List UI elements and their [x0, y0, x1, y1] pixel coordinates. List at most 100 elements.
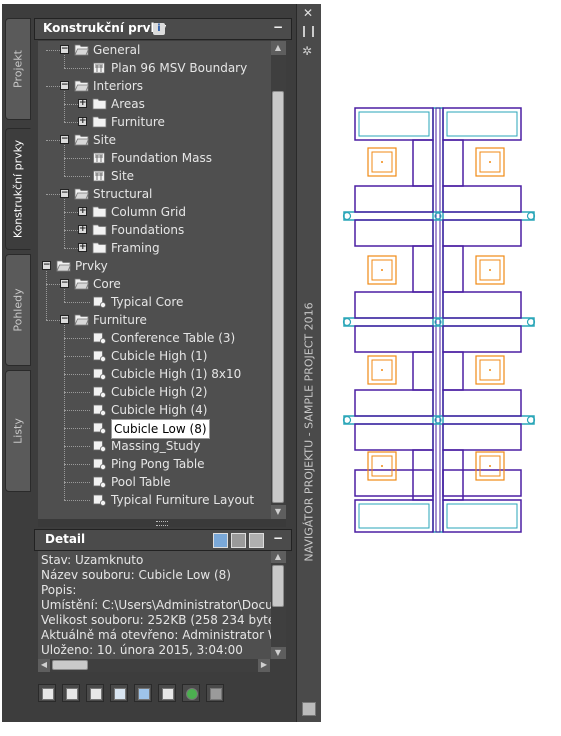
element-icon	[92, 349, 107, 362]
detail-line: Popis:	[41, 583, 77, 597]
scroll-up-icon[interactable]: ▲	[270, 41, 286, 55]
add-element-icon[interactable]	[86, 684, 104, 702]
tree-connector	[64, 302, 90, 303]
element-icon	[92, 331, 107, 344]
add-element-icon-glyph	[90, 688, 102, 700]
collapse-node-icon[interactable]: −	[60, 45, 69, 54]
tab-pohledy[interactable]: Pohledy	[5, 254, 31, 366]
tree-item[interactable]: − Prvky	[38, 257, 271, 275]
collapse-detail-button[interactable]: −	[273, 531, 283, 545]
floor-plan-drawing[interactable]	[330, 96, 550, 546]
folder-open-icon	[74, 187, 90, 200]
element-icon	[92, 367, 107, 380]
add-construct-icon[interactable]	[62, 684, 80, 702]
folder-icon	[92, 97, 107, 110]
detail-hscrollbar[interactable]: ◀ ▶	[38, 658, 270, 672]
scroll-left-icon[interactable]: ◀	[38, 658, 50, 672]
expand-node-icon[interactable]: +	[78, 243, 87, 252]
construct-icon	[92, 61, 107, 74]
element-icon	[92, 475, 107, 488]
expand-node-icon[interactable]: +	[78, 117, 87, 126]
tree-item[interactable]: − Interiors	[38, 77, 271, 95]
folder-icon	[92, 223, 107, 236]
info-icon[interactable]: i	[153, 23, 165, 35]
tree-connector	[64, 356, 90, 357]
expand-node-icon[interactable]: +	[78, 225, 87, 234]
gear-icon[interactable]: ✲	[302, 44, 312, 58]
xref-icon[interactable]	[134, 684, 152, 702]
detail-view-icon[interactable]	[213, 533, 228, 548]
panel-splitter[interactable]	[38, 519, 286, 527]
scroll-thumb[interactable]	[272, 565, 284, 607]
tree-item-label: Framing	[111, 241, 160, 255]
tree-scrollbar[interactable]: ▲ ▼	[270, 41, 286, 519]
collapse-node-icon[interactable]: −	[60, 279, 69, 288]
tree-item[interactable]: − Site	[38, 131, 271, 149]
collapse-node-icon[interactable]: −	[60, 315, 69, 324]
collapse-node-icon[interactable]: −	[60, 81, 69, 90]
close-icon[interactable]: ✕	[303, 6, 313, 20]
tree-connector	[64, 374, 90, 375]
element-icon	[92, 385, 107, 398]
tree-connector	[64, 199, 65, 248]
collapse-node-icon[interactable]: −	[42, 261, 51, 270]
description-icon[interactable]	[249, 533, 264, 548]
tree-item-label: Core	[93, 277, 121, 291]
tree-connector	[64, 176, 90, 177]
scroll-down-icon[interactable]: ▼	[270, 505, 286, 519]
refresh-icon[interactable]	[182, 684, 200, 702]
construct-icon	[92, 169, 107, 182]
tab-konstrukcni-prvky[interactable]: Konstrukční prvky	[5, 128, 31, 250]
tab-projekt[interactable]: Projekt	[5, 18, 31, 120]
tree-item[interactable]: − Structural	[38, 185, 271, 203]
desk-block	[354, 291, 434, 319]
tree-connector	[64, 104, 78, 105]
preview-icon[interactable]	[231, 533, 246, 548]
element-icon	[92, 439, 107, 452]
collapse-node-icon[interactable]: −	[60, 135, 69, 144]
tree-connector	[64, 464, 90, 465]
tree-connector	[46, 86, 60, 87]
collapse-node-icon[interactable]: −	[60, 189, 69, 198]
collapse-panel-button[interactable]: −	[273, 20, 283, 34]
expand-node-icon[interactable]: +	[78, 207, 87, 216]
auto-hide-icon[interactable]	[303, 26, 314, 37]
desk-block	[442, 325, 522, 353]
properties-icon[interactable]	[158, 684, 176, 702]
palette-titlebar[interactable]: ✕ ✲ NAVIGÁTOR PROJEKTU - SAMPLE PROJECT …	[296, 4, 321, 722]
tree-panel-header: Konstrukční prvky i −	[34, 18, 292, 40]
scroll-right-icon[interactable]: ▶	[258, 658, 270, 672]
detail-panel-header: Detail −	[34, 529, 292, 551]
tab-label: Projekt	[11, 50, 25, 88]
scroll-thumb[interactable]	[272, 91, 284, 503]
chair-center	[381, 369, 383, 371]
purge-icon-glyph	[210, 688, 222, 700]
folder-open-icon	[74, 43, 90, 56]
detail-line: Velikost souboru: 252KB (258 234 bytes)	[41, 613, 271, 627]
tree-item[interactable]: − Furniture	[38, 311, 271, 329]
palette-menu-icon[interactable]	[302, 702, 316, 716]
desk-block	[442, 423, 522, 451]
construct-tree[interactable]: − General Plan 96 MSV Boundary − Interiors + A…	[38, 41, 271, 519]
tree-item-label: Interiors	[93, 79, 144, 93]
tree-connector	[64, 500, 90, 501]
tree-item-label: Site	[111, 169, 135, 183]
desk-block	[354, 219, 434, 247]
tree-item[interactable]: − General	[38, 41, 271, 59]
scroll-up-icon[interactable]: ▲	[270, 551, 286, 563]
copy-icon[interactable]	[110, 684, 128, 702]
tree-connector	[64, 248, 78, 249]
partition	[442, 499, 522, 533]
tree-item-label: Typical Core	[111, 295, 184, 309]
folder-icon	[92, 115, 107, 128]
expand-node-icon[interactable]: +	[78, 99, 87, 108]
scroll-thumb[interactable]	[52, 660, 88, 670]
partition	[354, 499, 434, 533]
tab-listy[interactable]: Listy	[5, 370, 31, 492]
detail-vscrollbar[interactable]: ▲ ▼	[270, 551, 286, 659]
tree-item[interactable]: − Core	[38, 275, 271, 293]
add-category-icon[interactable]	[38, 684, 56, 702]
purge-icon[interactable]	[206, 684, 224, 702]
scroll-down-icon[interactable]: ▼	[270, 647, 286, 659]
xref-icon-glyph	[138, 688, 150, 700]
